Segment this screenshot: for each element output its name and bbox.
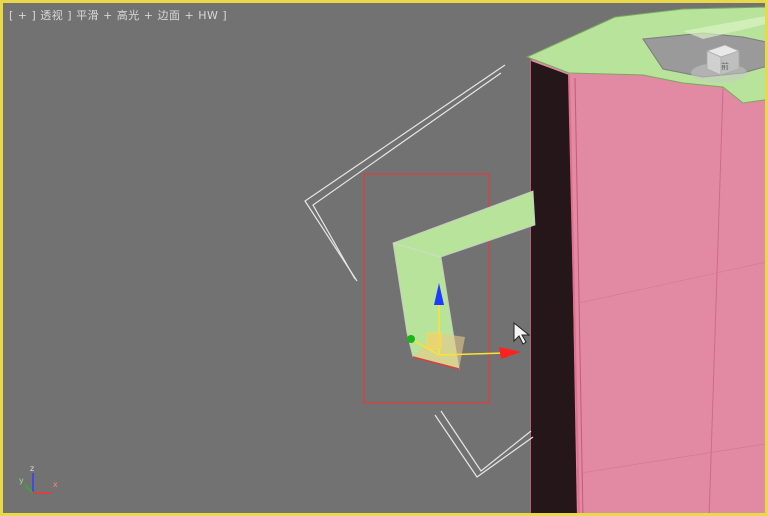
tripod-x-label: x [53,480,58,489]
wall-object[interactable] [525,6,768,516]
tripod-z-label: z [30,464,34,473]
selected-shape[interactable] [392,190,536,370]
tripod-y-line [24,484,34,494]
wireframe-lower-inner [440,410,532,472]
tripod-y-label: y [19,476,24,485]
perspective-viewport[interactable]: [ + ] 透视 ] 平滑 + 高光 + 边面 + HW ] 前 z x y [0,0,768,516]
viewport-scene[interactable]: 前 z x y [3,3,768,516]
view-cube-label: 前 [721,61,729,71]
gizmo-y-handle[interactable] [407,335,415,343]
arrow-cursor-icon [513,321,531,345]
gizmo-plane-handle[interactable] [426,332,442,350]
gizmo-x-arrow[interactable] [499,347,521,359]
axis-tripod: z x y [19,464,58,494]
